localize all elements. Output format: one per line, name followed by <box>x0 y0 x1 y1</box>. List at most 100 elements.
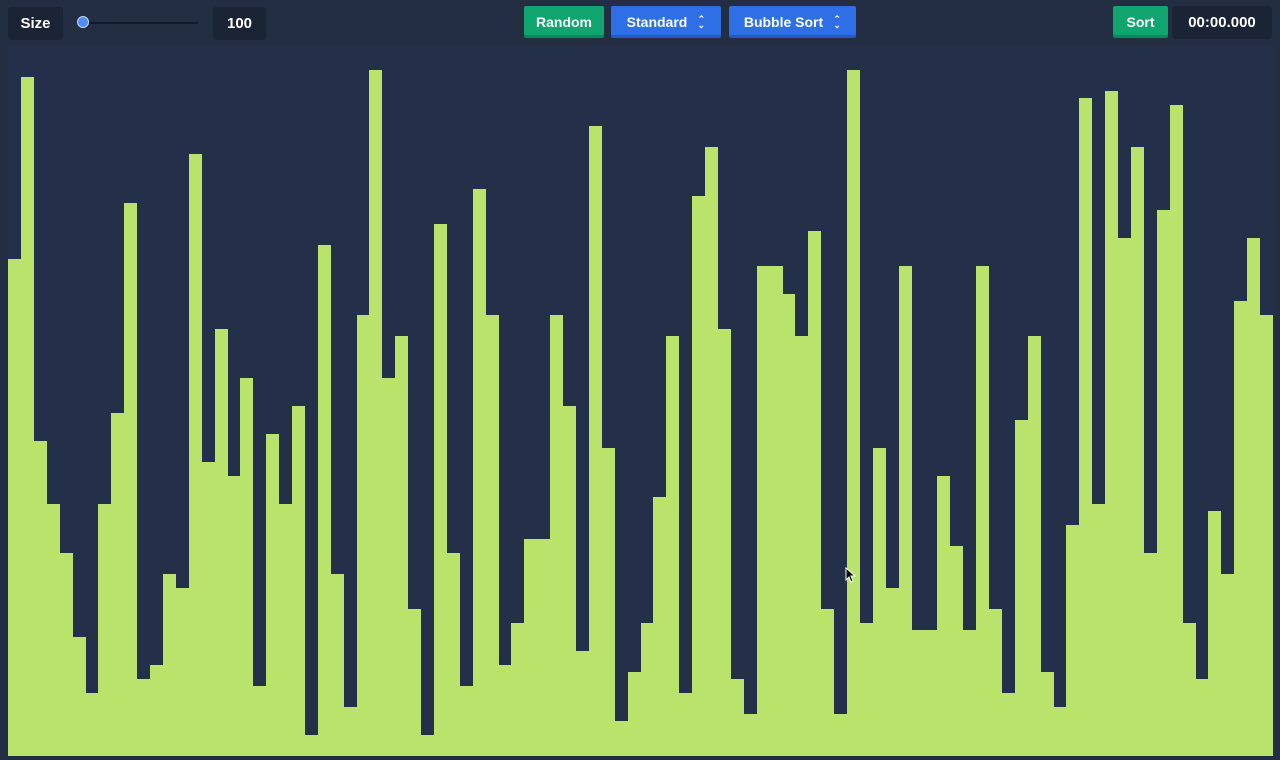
chevron-up-down-icon: ⌃ ⌄ <box>833 14 841 30</box>
array-bar <box>679 693 692 756</box>
array-bar <box>434 224 447 756</box>
array-bar <box>963 630 976 756</box>
array-bar <box>408 609 421 756</box>
array-bar <box>589 126 602 756</box>
array-bar <box>344 707 357 756</box>
size-slider-thumb[interactable] <box>77 16 89 28</box>
array-bar <box>1260 315 1273 756</box>
array-bar <box>1144 553 1157 756</box>
mouse-pointer-icon <box>845 567 857 583</box>
array-bar <box>1079 98 1092 756</box>
array-bar <box>782 294 795 756</box>
array-bar <box>21 77 34 756</box>
array-bar <box>189 154 202 756</box>
chevron-up-down-icon: ⌃ ⌄ <box>697 14 706 30</box>
sort-button[interactable]: Sort <box>1113 6 1168 38</box>
algorithm-select-label: Bubble Sort <box>743 14 824 30</box>
size-slider[interactable] <box>76 13 200 33</box>
array-bar <box>1066 525 1079 756</box>
array-bar <box>653 497 666 756</box>
array-bar <box>292 406 305 756</box>
array-bar <box>1221 574 1234 756</box>
array-bar <box>795 336 808 756</box>
size-slider-track[interactable] <box>82 22 198 24</box>
array-bar <box>266 434 279 756</box>
array-bar <box>473 189 486 756</box>
array-bar <box>318 245 331 756</box>
array-bar <box>628 672 641 756</box>
array-bar <box>47 504 60 756</box>
array-bar <box>744 714 757 756</box>
toolbar: Size 100 Random Standard ⌃ ⌄ Bubble Sort … <box>0 0 1280 46</box>
timer-display: 00:00.000 <box>1172 6 1272 39</box>
array-bar <box>253 686 266 756</box>
array-bar <box>60 553 73 756</box>
mode-select[interactable]: Standard ⌃ ⌄ <box>611 6 721 38</box>
array-bar <box>1183 623 1196 756</box>
array-bar <box>576 651 589 756</box>
array-bar <box>382 378 395 756</box>
array-bar <box>240 378 253 756</box>
array-bar <box>395 336 408 756</box>
array-bar <box>124 203 137 756</box>
array-bar <box>1170 105 1183 756</box>
array-bar <box>1105 91 1118 756</box>
array-bar <box>1247 238 1260 756</box>
array-bar <box>111 413 124 756</box>
array-bar <box>950 546 963 756</box>
array-bar <box>1118 238 1131 756</box>
array-bar <box>279 504 292 756</box>
random-button[interactable]: Random <box>524 6 604 38</box>
array-bar <box>1041 672 1054 756</box>
array-bar <box>886 588 899 756</box>
array-bar <box>34 441 47 756</box>
array-bar <box>331 574 344 756</box>
array-bar <box>227 476 240 756</box>
array-bar <box>563 406 576 756</box>
array-bar <box>924 630 937 756</box>
array-bar <box>8 259 21 756</box>
array-bar <box>1028 336 1041 756</box>
array-bar <box>757 266 770 756</box>
array-bar <box>163 574 176 756</box>
array-bar <box>305 735 318 756</box>
array-bar <box>821 609 834 756</box>
array-bar <box>860 623 873 756</box>
array-bar <box>369 70 382 756</box>
array-bar <box>1002 693 1015 756</box>
bars-visualizer <box>8 46 1273 756</box>
array-bar <box>718 329 731 756</box>
array-bar <box>421 735 434 756</box>
array-bar <box>486 315 499 756</box>
array-bar <box>150 665 163 756</box>
array-bar <box>666 336 679 756</box>
array-bar <box>511 623 524 756</box>
array-bar <box>834 714 847 756</box>
array-bar <box>937 476 950 756</box>
array-bar <box>176 588 189 756</box>
array-bar <box>1131 147 1144 756</box>
array-bar <box>873 448 886 756</box>
algorithm-select[interactable]: Bubble Sort ⌃ ⌄ <box>729 6 856 38</box>
array-bar <box>98 504 111 756</box>
array-bar <box>85 693 98 756</box>
array-bar <box>1015 420 1028 756</box>
array-bar <box>202 462 215 756</box>
array-bar <box>1208 511 1221 756</box>
array-bar <box>705 147 718 756</box>
array-bar <box>989 609 1002 756</box>
array-bar <box>615 721 628 756</box>
array-bar <box>460 686 473 756</box>
array-bar <box>1234 301 1247 756</box>
array-bar <box>537 539 550 756</box>
size-label: Size <box>8 7 63 40</box>
array-bar <box>447 553 460 756</box>
array-bar <box>550 315 563 756</box>
array-bar <box>976 266 989 756</box>
array-bar <box>137 679 150 756</box>
mode-select-label: Standard <box>626 14 688 30</box>
array-bar <box>808 231 821 756</box>
array-bar <box>524 539 537 756</box>
array-bar <box>1092 504 1105 756</box>
array-bar <box>1157 210 1170 756</box>
